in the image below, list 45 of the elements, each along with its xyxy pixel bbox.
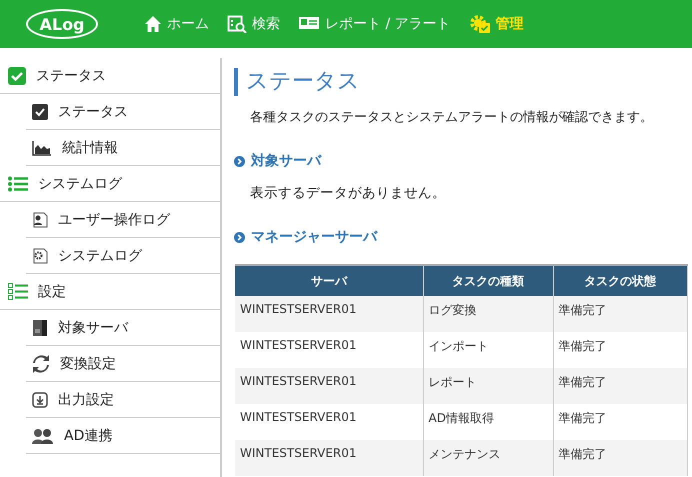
sidebar-item[interactable]: AD連携 (26, 418, 220, 454)
chevron-circle-icon (234, 156, 245, 166)
column-header: サーバ (235, 265, 423, 296)
sidebar-item[interactable]: システムログ (0, 166, 220, 202)
checkbox-icon (32, 104, 48, 120)
area-chart-icon (32, 140, 52, 156)
table-cell: WINTESTSERVER01 (235, 440, 423, 476)
section-heading: マネージャーサーバ (251, 228, 377, 246)
logo: ALog (26, 9, 98, 39)
table-cell: ログ変換 (423, 296, 553, 332)
checklist-icon (8, 282, 28, 300)
sidebar-item[interactable]: ステータス (26, 94, 220, 130)
checkbox-icon (8, 66, 26, 84)
table-cell: レポート (423, 368, 553, 404)
page-title: ステータス (234, 68, 692, 96)
table-cell: WINTESTSERVER01 (235, 368, 423, 404)
table-cell: メンテナンス (423, 440, 553, 476)
sidebar-item[interactable]: ユーザー操作ログ (26, 202, 220, 238)
sidebar-item[interactable]: システムログ (26, 238, 220, 274)
empty-message: 表示するデータがありません。 (250, 184, 447, 202)
download-icon (32, 392, 48, 408)
users-icon (32, 428, 54, 444)
server-icon (32, 318, 48, 336)
search-icon (227, 15, 247, 33)
chevron-circle-icon (234, 232, 245, 242)
list-icon (8, 176, 28, 192)
description: 各種タスクのステータスとシステムアラートの情報が確認できます。 (250, 109, 654, 126)
gear-document-icon (32, 248, 48, 264)
table-cell: 準備完了 (553, 296, 687, 332)
table-cell: WINTESTSERVER01 (235, 296, 423, 332)
sidebar-item[interactable]: 設定 (0, 274, 220, 310)
gear-icon (468, 14, 491, 34)
sidebar-item[interactable]: ステータス (0, 58, 220, 94)
home-icon (144, 15, 162, 33)
table-cell: 準備完了 (553, 440, 687, 476)
table-cell: 準備完了 (553, 368, 687, 404)
sidebar-item[interactable]: 対象サーバ (26, 310, 220, 346)
sidebar-item[interactable]: 変換設定 (26, 346, 220, 382)
sync-arrows-icon (32, 354, 50, 372)
section-heading: 対象サーバ (251, 152, 321, 170)
sidebar-item[interactable]: 統計情報 (26, 130, 220, 166)
column-header: タスクの状態 (553, 265, 687, 296)
column-header: タスクの種類 (423, 265, 553, 296)
user-document-icon (32, 212, 48, 228)
sidebar-item[interactable]: 出力設定 (26, 382, 220, 418)
